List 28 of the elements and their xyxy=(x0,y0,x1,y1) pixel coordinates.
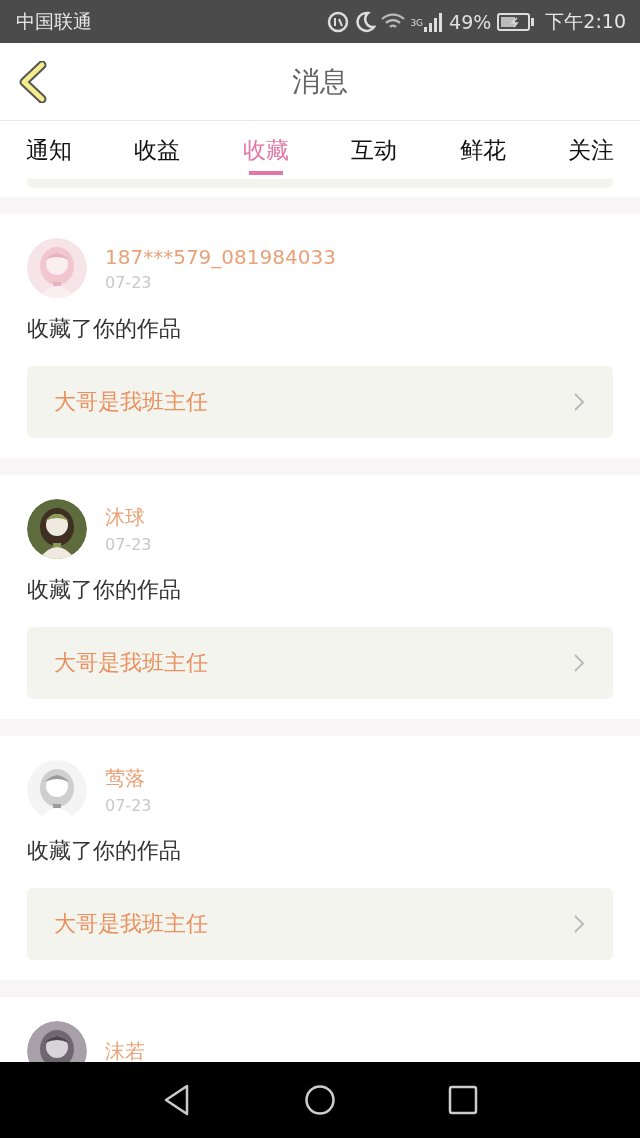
home-icon[interactable] xyxy=(304,1084,336,1116)
tab[interactable]: 通知 xyxy=(26,127,72,179)
work-link[interactable]: 大哥是我班主任 xyxy=(27,627,613,699)
user-name[interactable]: 沐球 xyxy=(105,504,152,531)
user-name[interactable]: 沫若 xyxy=(105,1037,145,1062)
moon-icon xyxy=(354,9,377,34)
user-name[interactable]: 187***579_081984033 xyxy=(105,244,336,269)
message-text: 收藏了你的作品 xyxy=(27,315,182,343)
message-text: 收藏了你的作品 xyxy=(27,837,182,865)
work-link[interactable]: 大哥是我班主任 xyxy=(27,888,613,960)
page-title: 消息 xyxy=(292,63,348,100)
user-name[interactable]: 莺落 xyxy=(105,765,152,792)
chevron-icon xyxy=(573,653,585,673)
tab[interactable]: 鲜花 xyxy=(459,127,506,179)
battery-icon xyxy=(497,11,536,32)
work-link[interactable]: 大哥是我班主任 xyxy=(27,366,613,438)
chevron-icon xyxy=(573,392,585,412)
chevron-icon xyxy=(573,914,585,934)
tab[interactable]: 收益 xyxy=(134,127,181,179)
message-text: 收藏了你的作品 xyxy=(27,576,182,604)
recents-icon[interactable] xyxy=(448,1085,478,1115)
clock: 下午2:10 xyxy=(545,8,626,34)
tab[interactable]: 互动 xyxy=(351,127,398,179)
tab[interactable]: 关注 xyxy=(567,127,614,179)
carrier-name: 中国联通 xyxy=(16,8,92,34)
network-type: 3G xyxy=(410,17,424,28)
battery-level: 49% xyxy=(449,10,492,33)
data-saver-icon xyxy=(326,9,351,34)
